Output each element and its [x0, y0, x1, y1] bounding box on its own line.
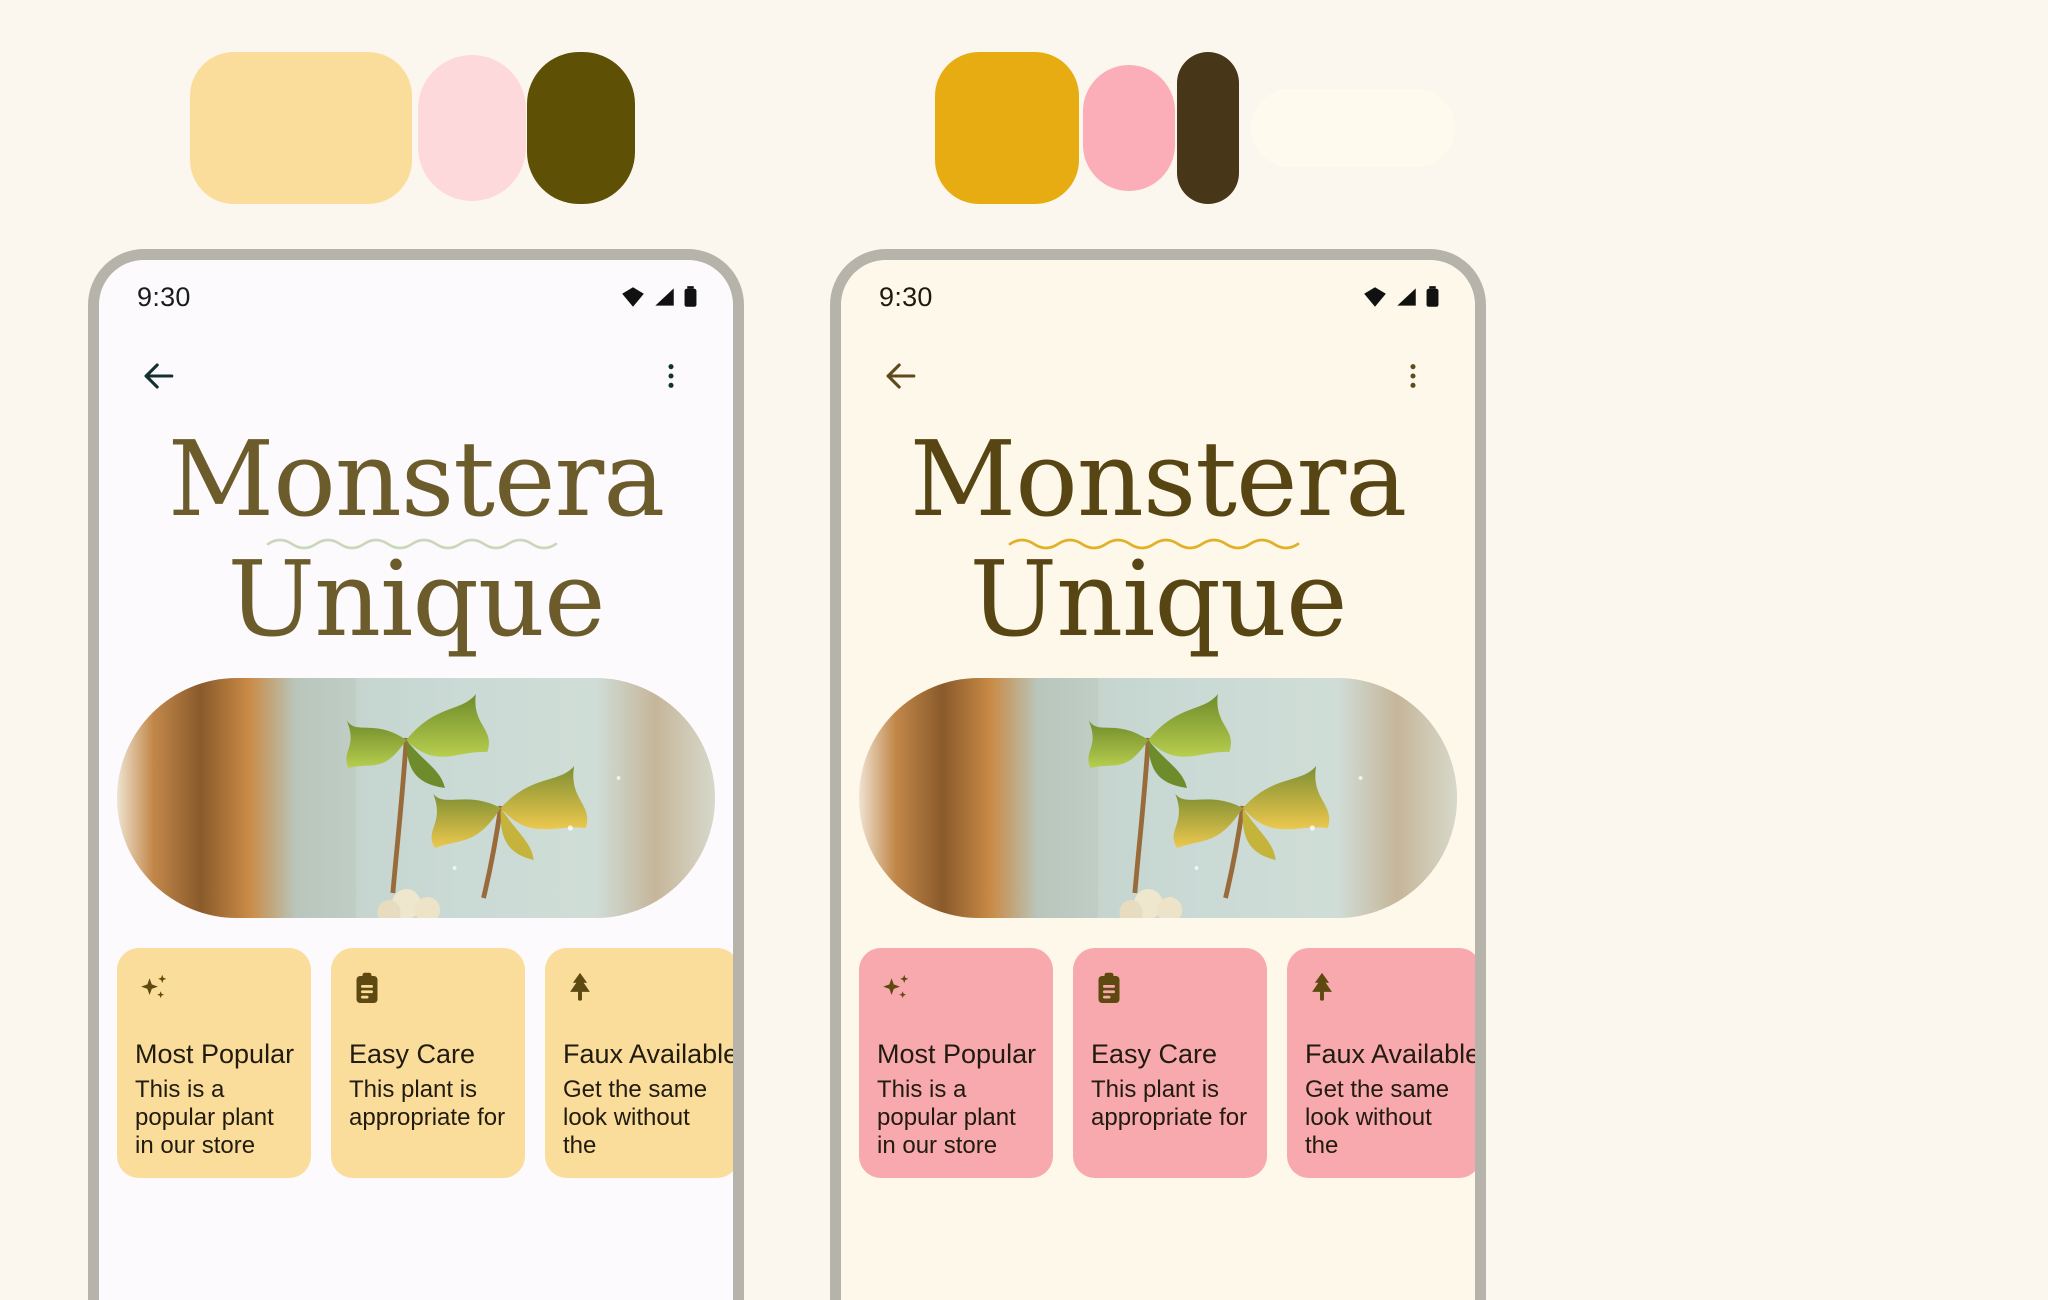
page-title: Monstera Unique	[841, 422, 1475, 652]
battery-icon	[1424, 284, 1441, 310]
card-body: Get the same look without the	[563, 1075, 708, 1160]
comparison-canvas: 9:30 Monstera Unique Most Popular This i…	[0, 0, 2048, 1300]
swatch-tertiary	[527, 52, 635, 204]
status-icons	[1362, 284, 1441, 310]
wifi-icon	[620, 284, 646, 310]
sparkle-icon	[135, 970, 293, 1014]
hero-illustration	[859, 678, 1457, 919]
feature-card[interactable]: Easy Care This plant is appropriate for	[1073, 948, 1267, 1179]
card-body: Get the same look without the	[1305, 1075, 1450, 1160]
title-line-2: Unique	[227, 538, 606, 661]
palette-swatches-right	[935, 52, 1455, 204]
top-app-bar	[841, 334, 1475, 422]
back-button[interactable]	[875, 352, 927, 404]
card-title: Faux Available	[563, 1039, 733, 1070]
back-arrow-icon	[879, 354, 923, 403]
title-line-1: Monstera	[909, 418, 1408, 540]
swatch-primary	[935, 52, 1079, 204]
status-icons	[620, 284, 699, 310]
more-vertical-icon	[1397, 360, 1429, 397]
swatch-tertiary	[1177, 52, 1239, 204]
palette-swatches-left	[190, 52, 635, 204]
swatch-secondary	[1083, 65, 1175, 191]
phone-screen: 9:30 Monstera Unique Most Popular This i…	[99, 260, 733, 1300]
sparkle-icon	[877, 970, 1035, 1014]
status-bar: 9:30	[99, 260, 733, 334]
overflow-menu-button[interactable]	[645, 352, 697, 404]
feature-card[interactable]: Faux Available Get the same look without…	[1287, 948, 1475, 1179]
status-bar: 9:30	[841, 260, 1475, 334]
card-title: Most Popular	[877, 1039, 1037, 1070]
tree-icon	[563, 970, 721, 1014]
card-title: Faux Available	[1305, 1039, 1475, 1070]
phone-mockup-left: 9:30 Monstera Unique Most Popular This i…	[88, 249, 744, 1300]
feature-card[interactable]: Faux Available Get the same look without…	[545, 948, 733, 1179]
hero-illustration	[117, 678, 715, 919]
title-line-2: Unique	[969, 538, 1348, 661]
wifi-icon	[1362, 284, 1388, 310]
swatch-secondary-container	[418, 55, 526, 201]
hero-image	[117, 678, 715, 919]
status-time: 9:30	[137, 281, 191, 312]
cellular-signal-icon	[651, 284, 677, 310]
feature-card[interactable]: Most Popular This is a popular plant in …	[117, 948, 311, 1179]
feature-card-row: Most Popular This is a popular plant in …	[841, 918, 1475, 1179]
feature-card-row: Most Popular This is a popular plant in …	[99, 918, 733, 1179]
hero-image	[859, 678, 1457, 919]
card-title: Most Popular	[135, 1039, 295, 1070]
phone-mockup-right: 9:30 Monstera Unique Most Popular This i…	[830, 249, 1486, 1300]
more-vertical-icon	[655, 360, 687, 397]
back-button[interactable]	[133, 352, 185, 404]
card-title: Easy Care	[349, 1039, 476, 1070]
tree-icon	[1305, 970, 1463, 1014]
battery-icon	[682, 284, 699, 310]
swatch-primary-container	[190, 52, 412, 204]
card-body: This plant is appropriate for	[349, 1075, 506, 1132]
feature-card[interactable]: Most Popular This is a popular plant in …	[859, 948, 1053, 1179]
overflow-menu-button[interactable]	[1387, 352, 1439, 404]
card-body: This is a popular plant in our store	[135, 1075, 274, 1160]
page-title: Monstera Unique	[99, 422, 733, 652]
card-body: This plant is appropriate for	[1091, 1075, 1248, 1132]
card-title: Easy Care	[1091, 1039, 1218, 1070]
status-time: 9:30	[879, 281, 933, 312]
phone-screen: 9:30 Monstera Unique Most Popular This i…	[841, 260, 1475, 1300]
clipboard-icon	[1091, 970, 1249, 1014]
feature-card[interactable]: Easy Care This plant is appropriate for	[331, 948, 525, 1179]
top-app-bar	[99, 334, 733, 422]
cellular-signal-icon	[1393, 284, 1419, 310]
title-line-1: Monstera	[167, 418, 666, 540]
back-arrow-icon	[137, 354, 181, 403]
clipboard-icon	[349, 970, 507, 1014]
card-body: This is a popular plant in our store	[877, 1075, 1016, 1160]
swatch-surface	[1251, 89, 1455, 167]
